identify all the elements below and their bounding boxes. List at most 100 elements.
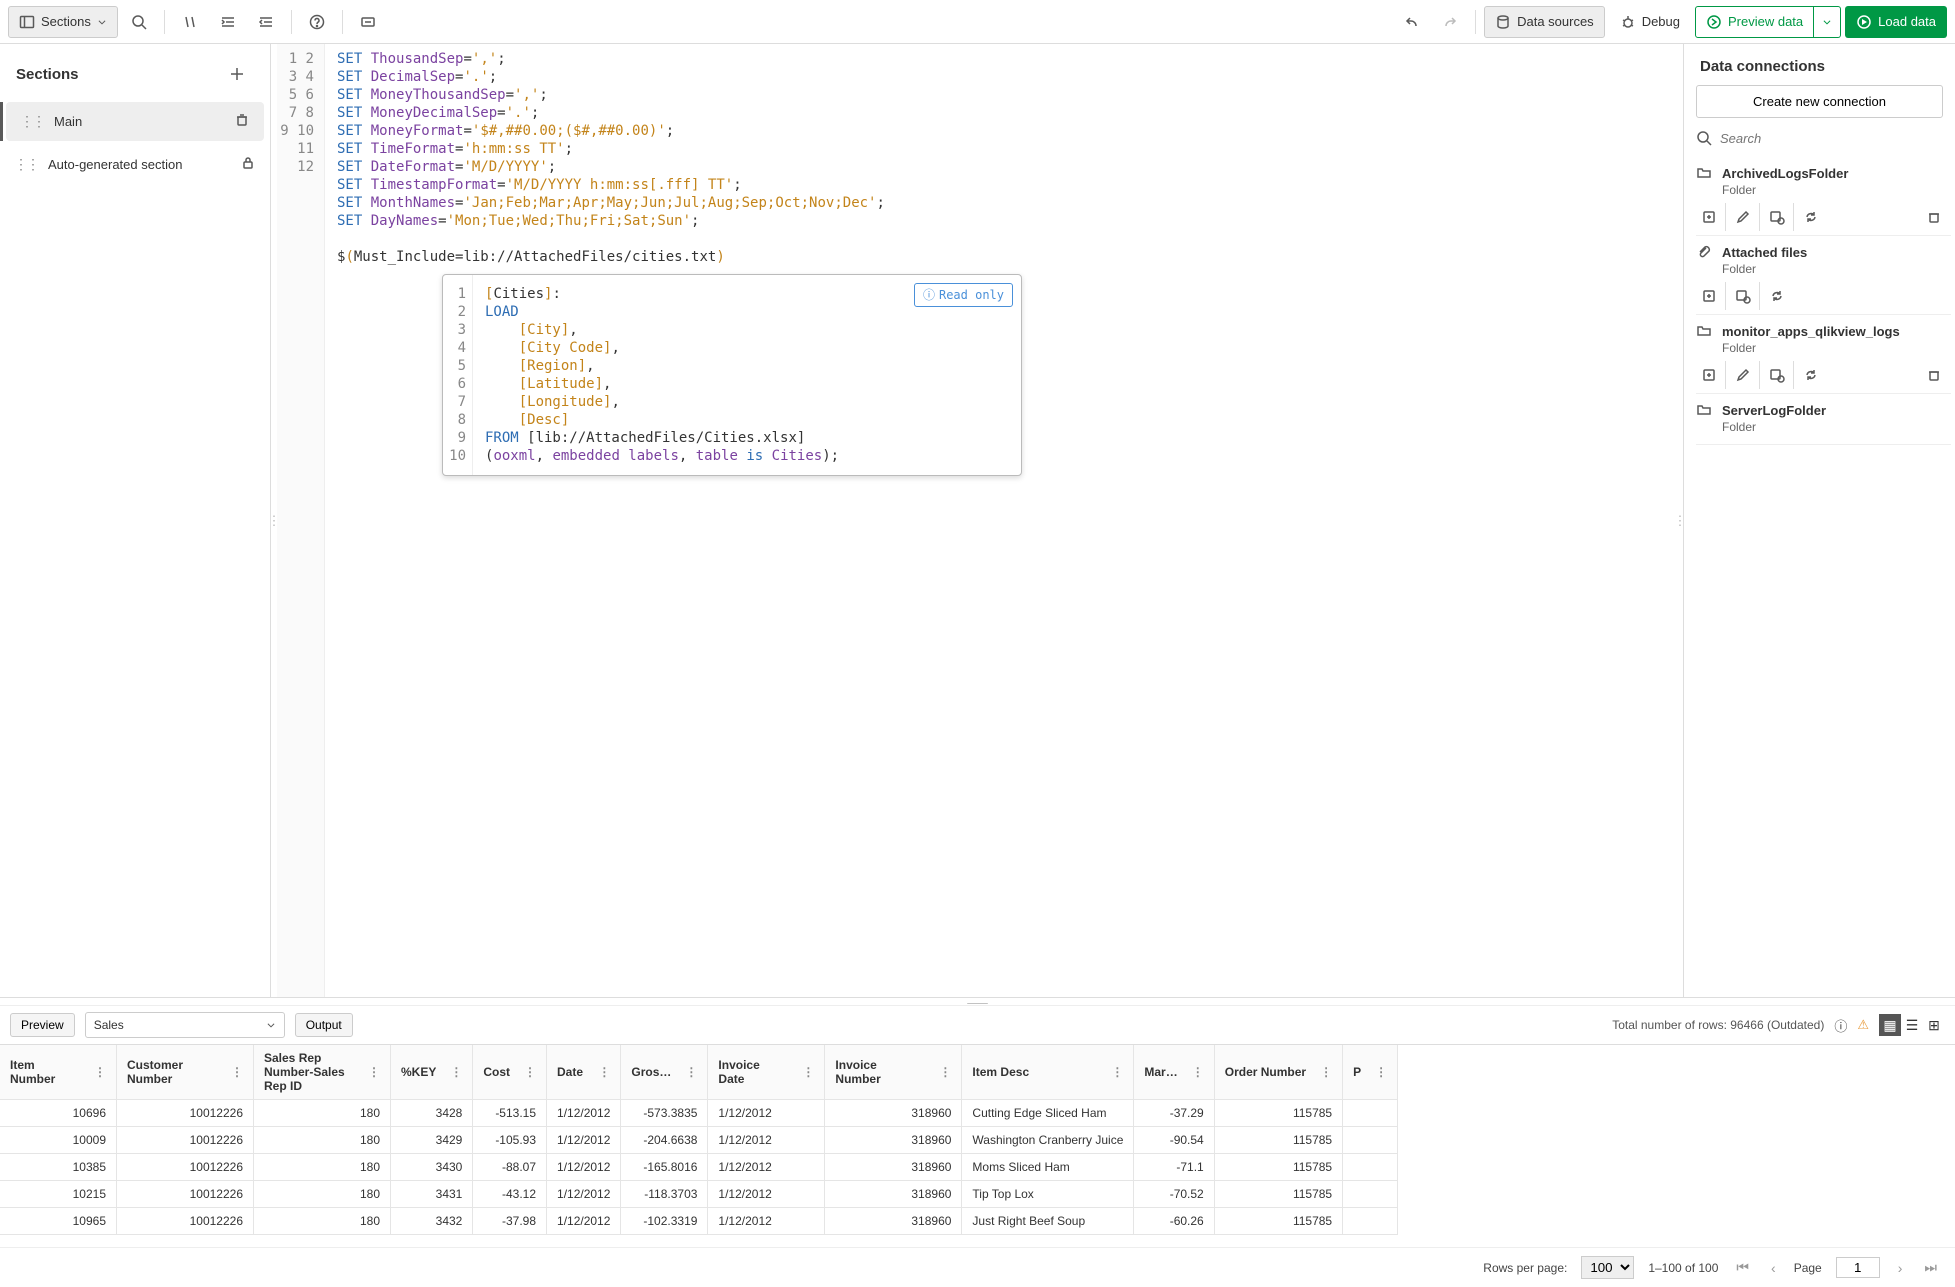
conn-edit-button[interactable] [1726,361,1760,389]
script-editor[interactable]: 1 2 3 4 5 6 7 8 9 10 11 12 SET ThousandS… [277,44,1677,997]
data-grid: Item Number⋮Customer Number⋮Sales Rep Nu… [0,1045,1398,1235]
preview-data-button[interactable]: Preview data [1695,6,1814,38]
connection-type: Folder [1722,341,1951,355]
cell: 318960 [825,1181,962,1208]
total-rows-text: Total number of rows: 96466 (Outdated) [1612,1018,1824,1032]
column-header[interactable]: Order Number⋮ [1214,1045,1342,1100]
rows-per-page-label: Rows per page: [1483,1261,1567,1275]
comment-button[interactable] [173,6,207,38]
bottom-splitter[interactable]: ⸺ [0,998,1955,1006]
column-header[interactable]: Invoice Date⋮ [708,1045,825,1100]
help-button[interactable] [300,6,334,38]
column-menu-icon[interactable]: ⋮ [802,1065,814,1079]
insert-icon [1701,209,1717,225]
sections-toggle-button[interactable]: Sections [8,6,118,38]
column-menu-icon[interactable]: ⋮ [1320,1065,1332,1079]
redo-button[interactable] [1433,6,1467,38]
preview-menu-button[interactable] [1814,6,1841,38]
rows-per-page-select[interactable]: 100 [1581,1256,1634,1279]
first-page-button[interactable]: ⏮ [1732,1259,1753,1276]
section-end-icon[interactable] [240,155,256,174]
prev-page-button[interactable]: ‹ [1767,1260,1780,1276]
drag-handle-icon[interactable]: ⋮⋮ [20,113,44,130]
page-input[interactable] [1836,1257,1880,1278]
indent-button[interactable] [211,6,245,38]
cell: 1/12/2012 [547,1208,621,1235]
select-data-icon [1769,367,1785,383]
column-header[interactable]: %KEY⋮ [391,1045,473,1100]
search-button[interactable] [122,6,156,38]
page-label: Page [1794,1261,1822,1275]
column-header[interactable]: Item Desc⋮ [962,1045,1134,1100]
conn-refresh-button[interactable] [1794,203,1828,231]
conn-select-button[interactable] [1760,361,1794,389]
outdent-button[interactable] [249,6,283,38]
conn-refresh-button[interactable] [1794,361,1828,389]
column-header[interactable]: P⋮ [1343,1045,1398,1100]
output-tab-button[interactable]: Output [295,1013,353,1037]
section-end-icon[interactable] [234,112,250,131]
cell: 10696 [0,1100,117,1127]
column-menu-icon[interactable]: ⋮ [524,1065,536,1079]
add-section-button[interactable] [220,58,254,90]
column-header[interactable]: Date⋮ [547,1045,621,1100]
column-header[interactable]: Customer Number⋮ [117,1045,254,1100]
conn-insert-button[interactable] [1692,203,1726,231]
column-header[interactable]: Cost⋮ [473,1045,547,1100]
column-header[interactable]: Mar…⋮ [1134,1045,1214,1100]
cell: 115785 [1214,1181,1342,1208]
connection-search-input[interactable] [1720,131,1943,146]
table-row[interactable]: 10696100122261803428-513.151/12/2012-573… [0,1100,1398,1127]
table-row[interactable]: 10009100122261803429-105.931/12/2012-204… [0,1127,1398,1154]
conn-insert-button[interactable] [1692,361,1726,389]
conn-trash-button[interactable] [1917,361,1951,389]
undo-button[interactable] [1395,6,1429,38]
cell: 115785 [1214,1100,1342,1127]
conn-trash-button[interactable] [1917,203,1951,231]
column-menu-icon[interactable]: ⋮ [939,1065,951,1079]
editor-code[interactable]: SET ThousandSep=','; SET DecimalSep='.';… [325,44,1677,997]
table-select[interactable]: Sales [85,1012,285,1038]
cell: 10215 [0,1181,117,1208]
info-icon[interactable]: ⓘ [1834,1016,1847,1035]
conn-select-button[interactable] [1726,282,1760,310]
divider [1475,10,1476,34]
column-header[interactable]: Gros…⋮ [621,1045,708,1100]
section-item[interactable]: ⋮⋮Main [6,102,264,141]
conn-insert-button[interactable] [1692,282,1726,310]
column-menu-icon[interactable]: ⋮ [1375,1065,1387,1079]
column-header[interactable]: Invoice Number⋮ [825,1045,962,1100]
view-grid-button[interactable]: ⊞ [1923,1014,1945,1036]
section-item[interactable]: ⋮⋮Auto-generated section [0,145,270,184]
warning-icon: ⚠ [1857,1017,1869,1033]
snippet-button[interactable] [351,6,385,38]
load-data-button[interactable]: Load data [1845,6,1947,38]
preview-tab-button[interactable]: Preview [10,1013,75,1037]
view-list-button[interactable]: ☰ [1901,1014,1923,1036]
conn-select-button[interactable] [1760,203,1794,231]
column-menu-icon[interactable]: ⋮ [450,1065,462,1079]
data-sources-button[interactable]: Data sources [1484,6,1605,38]
column-header[interactable]: Sales Rep Number-Sales Rep ID⋮ [254,1045,391,1100]
column-menu-icon[interactable]: ⋮ [94,1065,106,1079]
conn-refresh-button[interactable] [1760,282,1794,310]
conn-edit-button[interactable] [1726,203,1760,231]
table-row[interactable]: 10385100122261803430-88.071/12/2012-165.… [0,1154,1398,1181]
last-page-button[interactable]: ⏭ [1920,1259,1941,1276]
column-menu-icon[interactable]: ⋮ [368,1065,380,1079]
data-grid-scroll[interactable]: Item Number⋮Customer Number⋮Sales Rep Nu… [0,1044,1955,1247]
column-menu-icon[interactable]: ⋮ [1192,1065,1204,1079]
table-row[interactable]: 10965100122261803432-37.981/12/2012-102.… [0,1208,1398,1235]
drag-handle-icon[interactable]: ⋮⋮ [14,156,38,173]
column-menu-icon[interactable]: ⋮ [231,1065,243,1079]
create-connection-button[interactable]: Create new connection [1696,85,1943,118]
next-page-button[interactable]: › [1894,1260,1907,1276]
column-menu-icon[interactable]: ⋮ [1111,1065,1123,1079]
debug-button[interactable]: Debug [1609,6,1691,38]
cell: -37.98 [473,1208,547,1235]
column-header[interactable]: Item Number⋮ [0,1045,117,1100]
view-table-button[interactable]: ▦ [1879,1014,1901,1036]
column-menu-icon[interactable]: ⋮ [598,1065,610,1079]
column-menu-icon[interactable]: ⋮ [685,1065,697,1079]
table-row[interactable]: 10215100122261803431-43.121/12/2012-118.… [0,1181,1398,1208]
